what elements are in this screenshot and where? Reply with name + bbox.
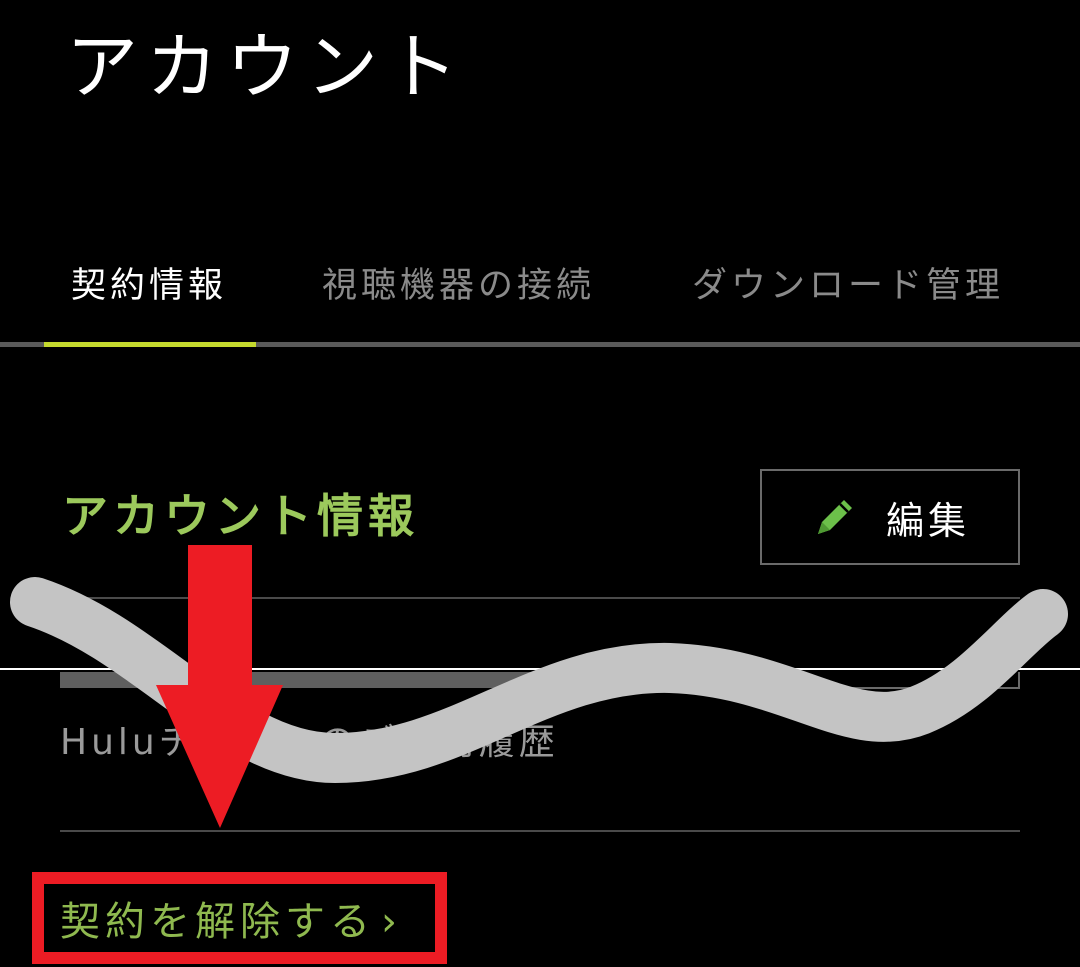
tab-contract-info[interactable]: 契約情報 (71, 264, 227, 308)
account-tabs: 契約情報 視聴機器の接続 ダウンロード管理 (0, 250, 1080, 348)
arrow-down-icon (156, 545, 283, 828)
chevron-right-icon: › (381, 899, 402, 945)
cancel-contract-link[interactable]: 契約を解除する › (60, 897, 402, 947)
cancel-contract-label: 契約を解除する (60, 899, 375, 945)
divider (60, 830, 1020, 832)
edit-button[interactable]: 編集 (760, 469, 1020, 565)
edit-button-label: 編集 (885, 498, 970, 543)
active-tab-indicator (44, 342, 256, 347)
account-info-heading: アカウント情報 (62, 489, 419, 543)
tab-download-management[interactable]: ダウンロード管理 (692, 264, 1004, 308)
tab-device-connection[interactable]: 視聴機器の接続 (322, 264, 595, 308)
pencil-icon (817, 500, 852, 534)
page-title: アカウント (66, 25, 467, 109)
account-page: アカウント 契約情報 視聴機器の接続 ダウンロード管理 アカウント情報 編集 H… (0, 0, 1080, 967)
